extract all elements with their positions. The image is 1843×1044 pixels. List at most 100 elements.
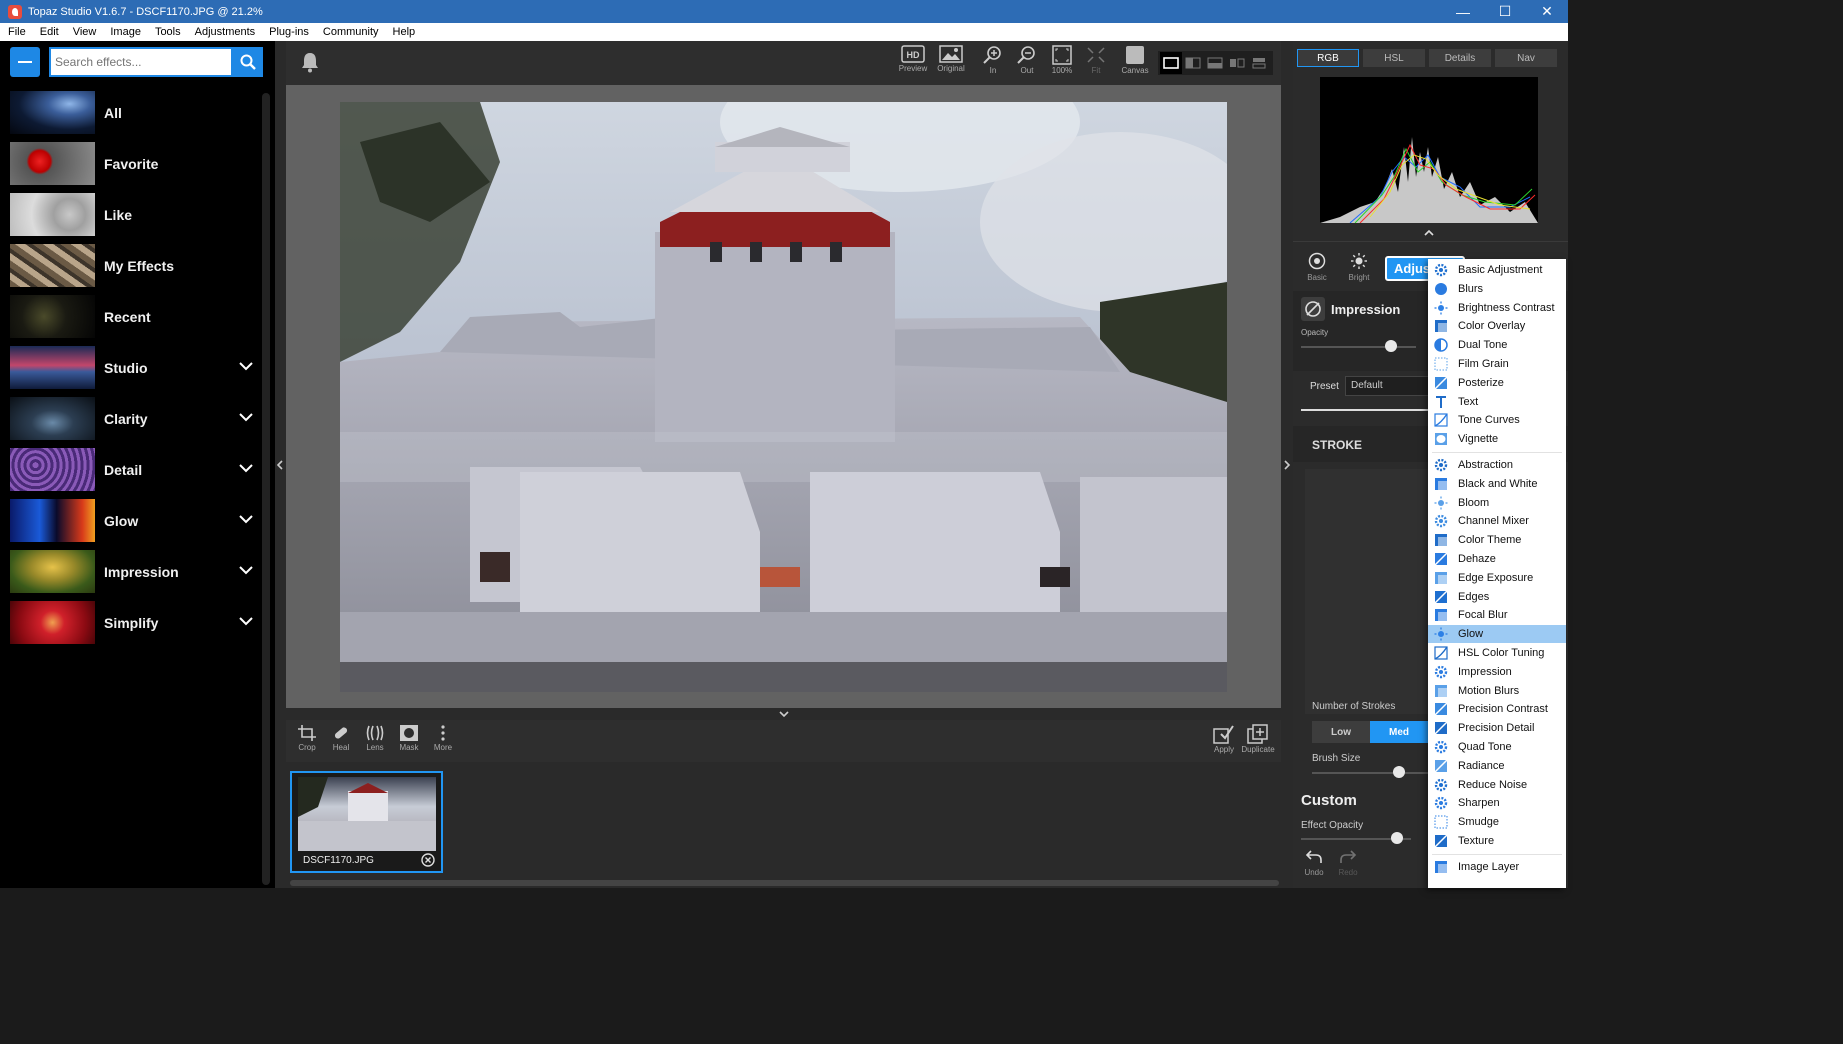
minimize-button[interactable]: — bbox=[1442, 0, 1484, 23]
canvas-button[interactable]: Canvas bbox=[1118, 45, 1152, 83]
menu-item-tone-curves[interactable]: Tone Curves bbox=[1428, 411, 1566, 429]
more-button[interactable]: More bbox=[426, 724, 460, 762]
bell-icon[interactable] bbox=[300, 51, 320, 73]
undo-button[interactable]: Undo bbox=[1299, 849, 1329, 877]
menu-item-channel-mixer[interactable]: Channel Mixer bbox=[1428, 512, 1566, 530]
tab-nav[interactable]: Nav bbox=[1495, 49, 1557, 67]
brush-size-slider-track[interactable] bbox=[1312, 772, 1428, 774]
menu-item-basic-adjustment[interactable]: Basic Adjustment bbox=[1428, 261, 1566, 279]
split-horizontal-view-button[interactable] bbox=[1204, 52, 1226, 74]
menu-item-sharpen[interactable]: Sharpen bbox=[1428, 794, 1566, 812]
menu-item-precision-contrast[interactable]: Precision Contrast bbox=[1428, 700, 1566, 718]
menu-item-image-layer[interactable]: Image Layer bbox=[1428, 858, 1566, 876]
menu-edit[interactable]: Edit bbox=[32, 26, 65, 38]
category-studio[interactable]: Studio bbox=[10, 346, 260, 389]
basic-button[interactable]: Basic bbox=[1300, 252, 1334, 282]
lens-button[interactable]: Lens bbox=[358, 724, 392, 762]
menu-item-film-grain[interactable]: Film Grain bbox=[1428, 355, 1566, 373]
crop-button[interactable]: Crop bbox=[290, 724, 324, 762]
category-glow[interactable]: Glow bbox=[10, 499, 260, 542]
collapse-menu-button[interactable] bbox=[10, 47, 40, 77]
search-button[interactable] bbox=[233, 47, 263, 77]
menu-item-edges[interactable]: Edges bbox=[1428, 588, 1566, 606]
strokes-med-option[interactable]: Med bbox=[1370, 721, 1428, 743]
menu-item-texture[interactable]: Texture bbox=[1428, 832, 1566, 850]
menu-item-color-overlay[interactable]: Color Overlay bbox=[1428, 317, 1566, 335]
tab-rgb[interactable]: RGB bbox=[1297, 49, 1359, 67]
filmstrip-thumbnail[interactable]: DSCF1170.JPG bbox=[290, 771, 443, 873]
original-button[interactable]: Original bbox=[934, 45, 968, 83]
filmstrip-collapse-strip[interactable] bbox=[286, 708, 1283, 720]
chevron-left-icon[interactable] bbox=[276, 459, 284, 471]
menu-item-color-theme[interactable]: Color Theme bbox=[1428, 531, 1566, 549]
category-my-effects[interactable]: My Effects bbox=[10, 244, 260, 287]
zoom-100-button[interactable]: 100% bbox=[1045, 45, 1079, 83]
preview-button[interactable]: HD Preview bbox=[896, 45, 930, 83]
menu-item-brightness-contrast[interactable]: Brightness Contrast bbox=[1428, 299, 1566, 317]
edited-photo[interactable] bbox=[340, 102, 1227, 692]
category-all[interactable]: All bbox=[10, 91, 260, 134]
menu-community[interactable]: Community bbox=[315, 26, 385, 38]
apply-button[interactable]: Apply bbox=[1207, 724, 1241, 762]
fit-button[interactable]: Fit bbox=[1079, 45, 1113, 83]
chevron-down-icon[interactable] bbox=[238, 565, 254, 575]
chevron-down-icon[interactable] bbox=[238, 463, 254, 473]
chevron-down-icon[interactable] bbox=[238, 616, 254, 626]
menu-plugins[interactable]: Plug-ins bbox=[261, 26, 315, 38]
redo-button[interactable]: Redo bbox=[1333, 849, 1363, 877]
menu-item-precision-detail[interactable]: Precision Detail bbox=[1428, 719, 1566, 737]
tab-details[interactable]: Details bbox=[1429, 49, 1491, 67]
menu-item-abstraction[interactable]: Abstraction bbox=[1428, 456, 1566, 474]
category-recent[interactable]: Recent bbox=[10, 295, 260, 338]
category-detail[interactable]: Detail bbox=[10, 448, 260, 491]
menu-file[interactable]: File bbox=[0, 26, 32, 38]
menu-item-smudge[interactable]: Smudge bbox=[1428, 813, 1566, 831]
close-button[interactable]: ✕ bbox=[1526, 0, 1568, 23]
menu-item-focal-blur[interactable]: Focal Blur bbox=[1428, 606, 1566, 624]
chevron-up-icon[interactable] bbox=[1423, 229, 1435, 237]
category-favorite[interactable]: Favorite bbox=[10, 142, 260, 185]
menu-view[interactable]: View bbox=[65, 26, 103, 38]
chevron-down-icon[interactable] bbox=[778, 710, 790, 718]
menu-item-vignette[interactable]: Vignette bbox=[1428, 430, 1566, 448]
effect-opacity-slider-handle[interactable] bbox=[1391, 832, 1403, 844]
opacity-slider-handle[interactable] bbox=[1385, 340, 1397, 352]
filmstrip-scrollbar[interactable] bbox=[290, 880, 1279, 886]
menu-item-edge-exposure[interactable]: Edge Exposure bbox=[1428, 569, 1566, 587]
right-panel-collapse-strip[interactable] bbox=[1281, 41, 1293, 888]
single-view-button[interactable] bbox=[1160, 52, 1182, 74]
bright-button[interactable]: Bright bbox=[1342, 252, 1376, 282]
stacked-view-button[interactable] bbox=[1248, 52, 1270, 74]
menu-item-hsl-color-tuning[interactable]: HSL Color Tuning bbox=[1428, 644, 1566, 662]
chevron-right-icon[interactable] bbox=[1283, 459, 1291, 471]
menu-item-dehaze[interactable]: Dehaze bbox=[1428, 550, 1566, 568]
chevron-down-icon[interactable] bbox=[238, 514, 254, 524]
tab-hsl[interactable]: HSL bbox=[1363, 49, 1425, 67]
mask-button[interactable]: Mask bbox=[392, 724, 426, 762]
canvas-area[interactable] bbox=[286, 85, 1283, 708]
opacity-slider-track[interactable] bbox=[1301, 346, 1416, 348]
zoom-out-button[interactable]: Out bbox=[1010, 45, 1044, 83]
menu-item-black-and-white[interactable]: Black and White bbox=[1428, 475, 1566, 493]
menu-help[interactable]: Help bbox=[385, 26, 422, 38]
maximize-button[interactable]: ☐ bbox=[1484, 0, 1526, 23]
menu-item-motion-blurs[interactable]: Motion Blurs bbox=[1428, 682, 1566, 700]
search-input[interactable] bbox=[49, 47, 233, 77]
menu-item-impression[interactable]: Impression bbox=[1428, 663, 1566, 681]
brush-size-slider-handle[interactable] bbox=[1393, 766, 1405, 778]
strokes-low-option[interactable]: Low bbox=[1312, 721, 1370, 743]
side-by-side-view-button[interactable] bbox=[1226, 52, 1248, 74]
split-view-button[interactable] bbox=[1182, 52, 1204, 74]
category-simplify[interactable]: Simplify bbox=[10, 601, 260, 644]
menu-item-bloom[interactable]: Bloom bbox=[1428, 494, 1566, 512]
menu-tools[interactable]: Tools bbox=[147, 26, 187, 38]
menu-item-radiance[interactable]: Radiance bbox=[1428, 757, 1566, 775]
duplicate-button[interactable]: Duplicate bbox=[1241, 724, 1275, 762]
menu-item-posterize[interactable]: Posterize bbox=[1428, 374, 1566, 392]
left-panel-collapse-strip[interactable] bbox=[275, 41, 286, 888]
menu-adjustments[interactable]: Adjustments bbox=[187, 26, 262, 38]
category-impression[interactable]: Impression bbox=[10, 550, 260, 593]
menu-item-dual-tone[interactable]: Dual Tone bbox=[1428, 336, 1566, 354]
sidebar-scrollbar[interactable] bbox=[262, 93, 270, 885]
menu-item-glow[interactable]: Glow bbox=[1428, 625, 1566, 644]
